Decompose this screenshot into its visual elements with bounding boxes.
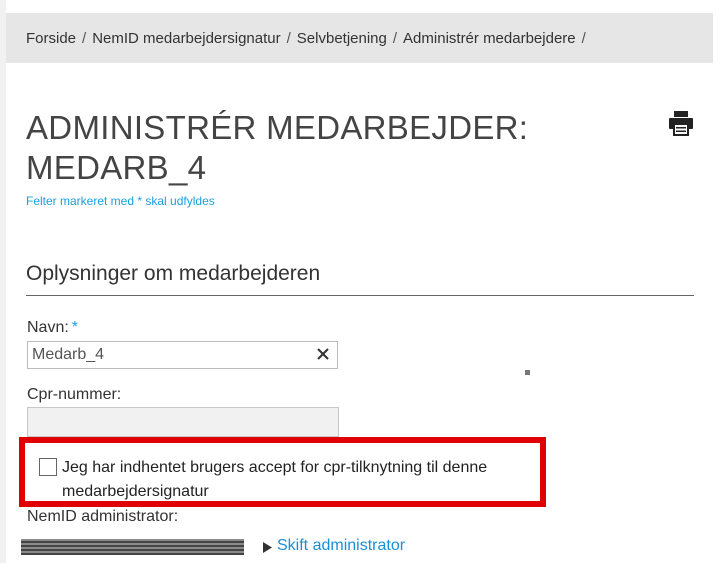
printer-icon[interactable] [667, 109, 695, 137]
consent-highlight-box: Jeg har indhentet brugers accept for cpr… [19, 437, 546, 507]
breadcrumb-item-administrer[interactable]: Administrér medarbejdere [403, 30, 576, 47]
switch-administrator-link[interactable]: Skift administrator [277, 537, 405, 555]
left-edge-strip [0, 0, 6, 563]
breadcrumb-separator: / [286, 29, 291, 47]
required-star: * [71, 319, 79, 336]
page-title: ADMINISTRÉR MEDARBEJDER: MEDARB_4 [26, 108, 666, 188]
clear-x-icon[interactable] [315, 346, 331, 362]
consent-label: Jeg har indhentet brugers accept for cpr… [62, 459, 488, 500]
cpr-label: Cpr-nummer: [27, 386, 122, 403]
name-label: Navn: * [27, 319, 78, 337]
required-fields-note: Felter markeret med * skal udfyldes [26, 194, 215, 208]
name-label-text: Navn: [27, 319, 69, 336]
section-title: Oplysninger om medarbejderen [26, 262, 694, 296]
redacted-admin-name [21, 539, 244, 555]
consent-checkbox[interactable] [39, 458, 57, 476]
page-title-line1: ADMINISTRÉR MEDARBEJDER: [26, 109, 529, 146]
breadcrumb-item-selvbetjening[interactable]: Selvbetjening [297, 30, 387, 47]
triangle-right-icon [263, 542, 272, 553]
stray-dot [525, 370, 530, 375]
breadcrumb: Forside / NemID medarbejdersignatur / Se… [6, 13, 713, 63]
admin-label: NemID administrator: [27, 508, 179, 525]
name-input[interactable] [28, 342, 312, 368]
name-field-container [27, 341, 338, 369]
breadcrumb-item-nemid[interactable]: NemID medarbejdersignatur [92, 30, 280, 47]
page-title-line2: MEDARB_4 [26, 149, 207, 186]
breadcrumb-separator: / [392, 29, 398, 47]
breadcrumb-item-forside[interactable]: Forside [26, 30, 76, 47]
cpr-input[interactable] [27, 407, 339, 437]
breadcrumb-separator: / [82, 29, 87, 47]
breadcrumb-separator: / [581, 29, 586, 47]
